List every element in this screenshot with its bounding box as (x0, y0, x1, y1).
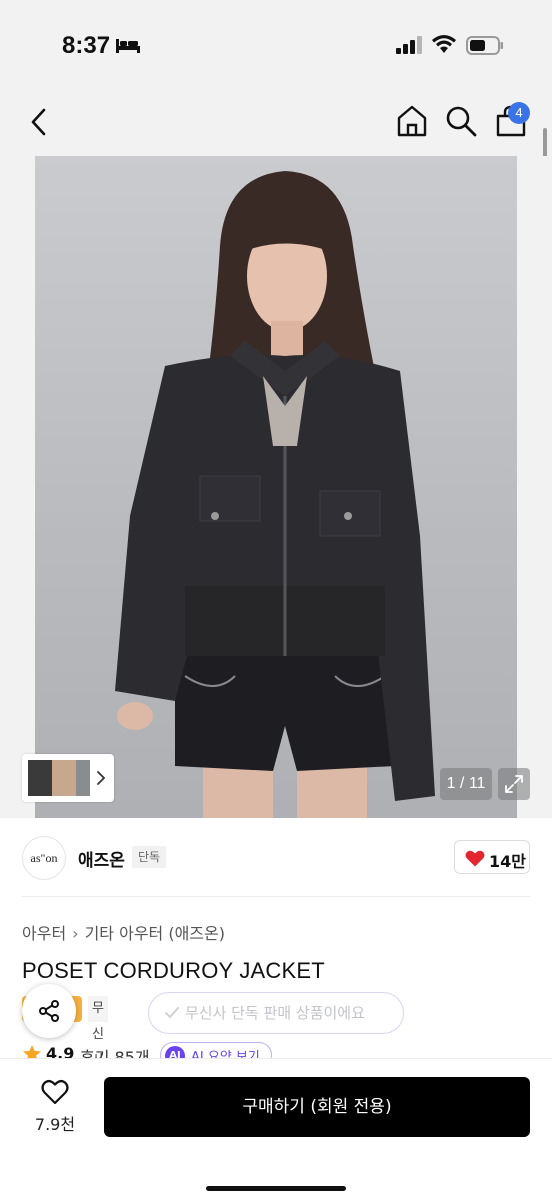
brand-exclusive-tag: 단독 (132, 846, 167, 868)
breadcrumb-separator-icon: › (72, 924, 79, 943)
check-icon (165, 1007, 179, 1019)
breadcrumb-item-category[interactable]: 기타 아우터 (애즈온) (85, 920, 225, 944)
status-time: 8:37 (62, 32, 111, 59)
breadcrumb-item-outer[interactable]: 아우터 (22, 920, 66, 944)
cellular-signal-icon (396, 36, 422, 54)
brand-logo[interactable]: as"on (22, 836, 66, 880)
product-title: POSET CORDUROY JACKET (22, 958, 325, 983)
status-bar: 8:37 (0, 0, 552, 90)
exclusive-tooltip-text: 무신사 단독 판매 상품이에요 (185, 1004, 365, 1022)
back-arrow-icon[interactable] (24, 106, 54, 138)
product-photo[interactable] (35, 156, 517, 818)
thumbnail-2[interactable] (52, 760, 76, 796)
product-image-gallery[interactable]: 1 / 11 (0, 156, 552, 818)
heart-filled-icon (465, 850, 485, 867)
brand-like-count: 14만 (489, 852, 526, 871)
heart-outline-icon (41, 1080, 69, 1105)
brand-name[interactable]: 애즈온 (78, 846, 125, 871)
thumbnail-3[interactable] (76, 760, 90, 796)
home-icon[interactable] (396, 104, 428, 138)
image-counter: 1 / 11 (440, 768, 492, 800)
brand-like-button[interactable]: 14만 (454, 840, 530, 874)
sleep-mode-icon (116, 39, 140, 53)
wishlist-count: 7.9천 (34, 1115, 76, 1134)
breadcrumb: 아우터 › 기타 아우터 (애즈온) (22, 920, 225, 944)
cart-count-badge: 4 (508, 102, 530, 124)
share-button[interactable] (22, 984, 76, 1038)
search-icon[interactable] (444, 104, 478, 138)
divider (22, 896, 530, 897)
exclusive-tooltip: 무신사 단독 판매 상품이에요 (148, 992, 404, 1034)
share-icon (39, 1000, 59, 1022)
bottom-purchase-bar: 7.9천 구매하기 (회원 전용) (0, 1058, 552, 1200)
wifi-icon (432, 35, 456, 53)
home-indicator (206, 1186, 346, 1191)
exclusive-badge-label: 무신사단독 (88, 996, 108, 1120)
expand-button[interactable] (498, 768, 530, 800)
expand-icon (505, 775, 523, 793)
gallery-thumbnails[interactable] (22, 754, 114, 802)
battery-icon (466, 36, 503, 55)
wishlist-button[interactable]: 7.9천 (20, 1079, 90, 1139)
thumbnail-1[interactable] (28, 760, 52, 796)
chevron-right-icon[interactable] (96, 770, 106, 786)
top-navigation (0, 90, 552, 156)
buy-button[interactable]: 구매하기 (회원 전용) (104, 1077, 530, 1137)
model-illustration (115, 171, 435, 818)
